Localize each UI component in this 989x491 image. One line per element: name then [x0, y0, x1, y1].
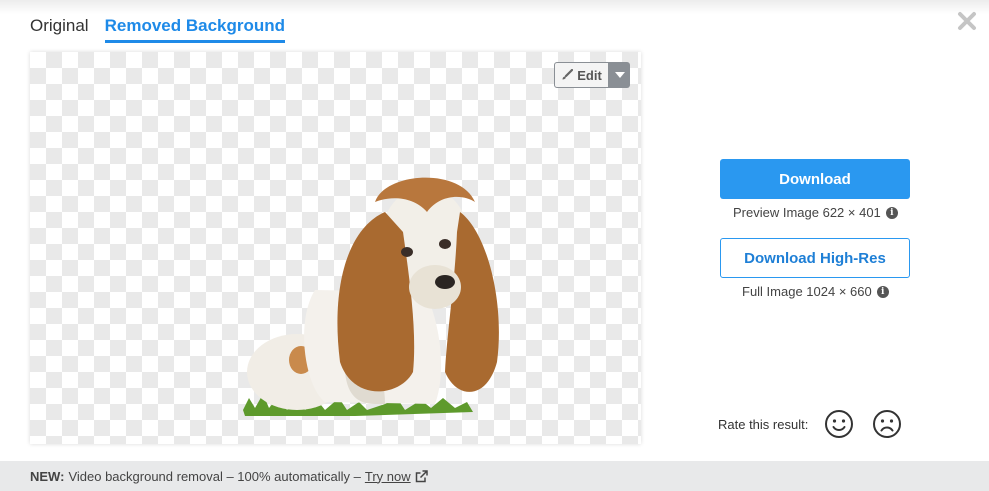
download-button[interactable]: Download [720, 159, 910, 199]
edit-control: Edit [554, 62, 630, 88]
announcement-prefix: NEW: [30, 468, 65, 484]
image-preview: Edit [30, 52, 641, 444]
info-icon[interactable]: i [885, 206, 898, 219]
top-shade [0, 0, 989, 14]
smile-icon[interactable] [824, 409, 854, 439]
info-icon[interactable]: i [876, 285, 889, 298]
frown-icon[interactable] [872, 409, 902, 439]
edit-dropdown-button[interactable] [609, 62, 630, 88]
tab-original[interactable]: Original [30, 16, 89, 43]
preview-info-text: Preview Image 622 × 401 [733, 205, 881, 220]
tab-removed-background[interactable]: Removed Background [104, 16, 286, 43]
announcement-bar: NEW: Video background removal – 100% aut… [0, 461, 989, 491]
download-high-res-button[interactable]: Download High-Res [720, 238, 910, 278]
preview-info: Preview Image 622 × 401 i [733, 205, 898, 220]
external-link-icon[interactable] [415, 469, 428, 483]
rate-label: Rate this result: [718, 416, 809, 432]
try-now-link[interactable]: Try now [365, 469, 411, 484]
full-image-info: Full Image 1024 × 660 i [742, 284, 889, 299]
announcement-text: Video background removal – 100% automati… [68, 468, 361, 484]
caret-down-icon [614, 72, 625, 78]
full-image-info-text: Full Image 1024 × 660 [742, 284, 872, 299]
view-tabs: Original Removed Background [30, 16, 286, 43]
rating: Rate this result: [718, 409, 920, 439]
close-icon[interactable] [956, 10, 978, 32]
edit-label: Edit [577, 67, 602, 83]
edit-button[interactable]: Edit [554, 62, 609, 88]
brush-icon [562, 69, 574, 80]
dog-cutout-image [243, 177, 499, 416]
